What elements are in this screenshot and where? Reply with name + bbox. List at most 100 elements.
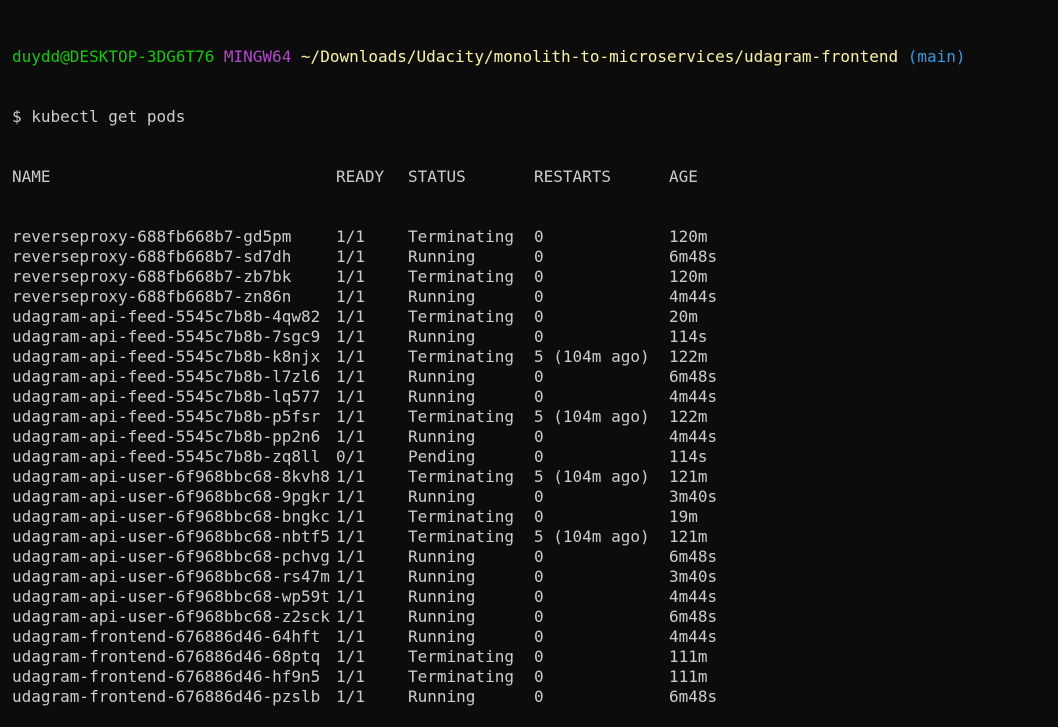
pod-name-cell: udagram-frontend-676886d46-pzslb [12,687,321,706]
pod-age-cell: 121m [669,527,708,546]
pod-name-cell: udagram-api-feed-5545c7b8b-7sgc9 [12,327,321,346]
pod-age-cell: 4m44s [669,387,718,406]
pod-name-cell: reverseproxy-688fb668b7-zn86n [12,287,292,306]
command-line: $ kubectl get pods [12,107,1058,127]
table-row: udagram-api-user-6f968bbc68-nbtf5 1/1 Term… [12,527,1058,547]
pod-restarts-cell: 0 [534,287,544,306]
pod-status-cell: Terminating [408,507,514,526]
pod-age-cell: 3m40s [669,567,718,586]
table-row: reverseproxy-688fb668b7-zb7bk 1/1 Terminat… [12,267,1058,287]
pod-ready-cell: 1/1 [336,667,365,686]
table-row: udagram-api-feed-5545c7b8b-k8njx 1/1 Termi… [12,347,1058,367]
pod-status-cell: Pending [408,447,476,466]
pod-ready-cell: 1/1 [336,587,365,606]
pod-age-cell: 122m [669,347,708,366]
table-row: udagram-frontend-676886d46-hf9n5 1/1 Termi… [12,667,1058,687]
pod-age-cell: 114s [669,447,708,466]
pod-status-cell: Running [408,627,476,646]
pod-restarts-cell: 0 [534,687,544,706]
pod-ready-cell: 1/1 [336,387,365,406]
pod-ready-cell: 1/1 [336,567,365,586]
pod-age-cell: 19m [669,507,698,526]
table-row: reverseproxy-688fb668b7-gd5pm 1/1 Terminat… [12,227,1058,247]
pod-age-cell: 120m [669,267,708,286]
pod-ready-cell: 1/1 [336,227,365,246]
header-ready: READY [336,167,385,186]
pod-name-cell: udagram-api-feed-5545c7b8b-pp2n6 [12,427,321,446]
pod-ready-cell: 1/1 [336,487,365,506]
pod-restarts-cell: 5 (104m ago) [534,347,650,366]
pod-restarts-cell: 5 (104m ago) [534,467,650,486]
pod-status-cell: Running [408,327,476,346]
pod-name-cell: udagram-api-user-6f968bbc68-wp59t [12,587,330,606]
table-row: udagram-frontend-676886d46-68ptq 1/1 Termi… [12,647,1058,667]
pod-ready-cell: 1/1 [336,627,365,646]
table-row: udagram-api-user-6f968bbc68-8kvh8 1/1 Term… [12,467,1058,487]
pod-restarts-cell: 0 [534,547,544,566]
pod-age-cell: 111m [669,667,708,686]
pod-status-cell: Running [408,367,476,386]
pod-ready-cell: 1/1 [336,407,365,426]
pod-age-cell: 6m48s [669,367,718,386]
pod-restarts-cell: 0 [534,587,544,606]
pod-restarts-cell: 0 [534,227,544,246]
pod-restarts-cell: 0 [534,447,544,466]
pod-age-cell: 6m48s [669,607,718,626]
table-row: udagram-api-feed-5545c7b8b-pp2n6 1/1 Runni… [12,427,1058,447]
pod-restarts-cell: 0 [534,647,544,666]
pod-name-cell: udagram-api-user-6f968bbc68-z2sck [12,607,330,626]
table-row: udagram-api-feed-5545c7b8b-p5fsr 1/1 Termi… [12,407,1058,427]
table-row: udagram-api-feed-5545c7b8b-lq577 1/1 Runni… [12,387,1058,407]
pod-name-cell: udagram-api-user-6f968bbc68-pchvg [12,547,330,566]
pod-ready-cell: 1/1 [336,547,365,566]
pod-ready-cell: 1/1 [336,267,365,286]
pod-status-cell: Terminating [408,227,514,246]
pod-ready-cell: 1/1 [336,527,365,546]
prompt-symbol: $ [12,107,22,126]
pod-age-cell: 4m44s [669,627,718,646]
pod-name-cell: reverseproxy-688fb668b7-sd7dh [12,247,292,266]
pod-status-cell: Terminating [408,527,514,546]
pod-restarts-cell: 0 [534,427,544,446]
table-row: udagram-api-feed-5545c7b8b-4qw82 1/1 Termi… [12,307,1058,327]
table-row: udagram-api-feed-5545c7b8b-zq8ll 0/1 Pendi… [12,447,1058,467]
prompt-line: duydd@DESKTOP-3DG6T76 MINGW64 ~/Downloads/… [12,47,1058,67]
pod-status-cell: Running [408,567,476,586]
pod-status-cell: Running [408,427,476,446]
pod-name-cell: reverseproxy-688fb668b7-zb7bk [12,267,292,286]
pod-name-cell: udagram-api-user-6f968bbc68-bngkc [12,507,330,526]
table-row: reverseproxy-688fb668b7-sd7dh 1/1 Running 0… [12,247,1058,267]
pod-ready-cell: 1/1 [336,647,365,666]
table-row: udagram-api-user-6f968bbc68-wp59t 1/1 Runn… [12,587,1058,607]
table-row: udagram-api-user-6f968bbc68-bngkc 1/1 Term… [12,507,1058,527]
pod-restarts-cell: 0 [534,307,544,326]
table-row: udagram-frontend-676886d46-64hft 1/1 Runni… [12,627,1058,647]
header-restarts: RESTARTS [534,167,612,186]
pod-list: reverseproxy-688fb668b7-gd5pm 1/1 Terminat… [12,227,1058,707]
pod-status-cell: Terminating [408,307,514,326]
pod-name-cell: udagram-frontend-676886d46-hf9n5 [12,667,321,686]
pod-name-cell: udagram-frontend-676886d46-64hft [12,627,321,646]
pod-ready-cell: 1/1 [336,507,365,526]
pod-restarts-cell: 0 [534,607,544,626]
table-row: udagram-frontend-676886d46-pzslb 1/1 Runni… [12,687,1058,707]
pod-age-cell: 6m48s [669,547,718,566]
pod-name-cell: udagram-api-feed-5545c7b8b-k8njx [12,347,321,366]
pod-status-cell: Running [408,387,476,406]
pod-ready-cell: 1/1 [336,687,365,706]
pod-name-cell: udagram-api-user-6f968bbc68-nbtf5 [12,527,330,546]
pod-age-cell: 6m48s [669,687,718,706]
header-name: NAME [12,167,51,186]
pod-age-cell: 4m44s [669,287,718,306]
pod-status-cell: Running [408,547,476,566]
pod-status-cell: Terminating [408,267,514,286]
pod-name-cell: udagram-api-user-6f968bbc68-9pgkr [12,487,330,506]
pod-ready-cell: 1/1 [336,607,365,626]
table-row: reverseproxy-688fb668b7-zn86n 1/1 Running 0… [12,287,1058,307]
command-text: kubectl get pods [31,107,186,126]
prompt-path: ~/Downloads/Udacity/monolith-to-microser… [300,47,899,66]
terminal-window[interactable]: duydd@DESKTOP-3DG6T76 MINGW64 ~/Downloads/… [0,0,1058,706]
pod-restarts-cell: 0 [534,567,544,586]
table-row: udagram-api-user-6f968bbc68-pchvg 1/1 Runn… [12,547,1058,567]
pod-ready-cell: 1/1 [336,287,365,306]
